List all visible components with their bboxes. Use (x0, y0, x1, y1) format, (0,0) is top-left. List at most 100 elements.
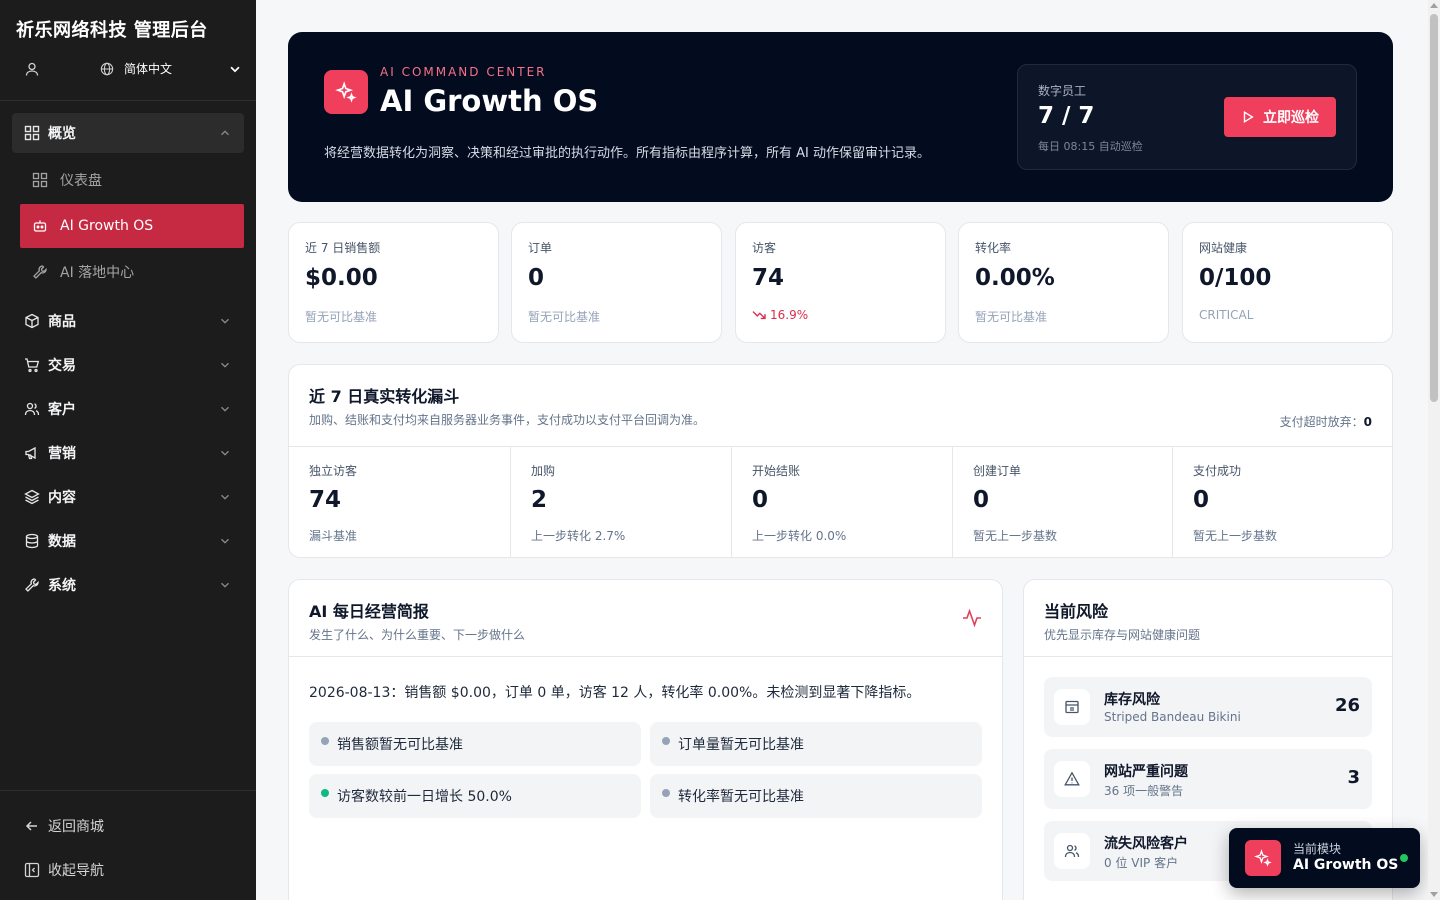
divider (1024, 656, 1392, 657)
kpi-card-orders: 订单 0 暂无可比基准 (511, 222, 722, 343)
kpi-label: 访客 (752, 241, 777, 255)
run-inspection-button[interactable]: 立即巡检 (1224, 97, 1336, 137)
nav-system-label: 系统 (48, 578, 76, 594)
chevron-down-icon[interactable] (228, 62, 242, 76)
wrench-icon (33, 265, 47, 279)
kpi-value: $0.00 (305, 265, 378, 291)
kpi-card-sales: 近 7 日销售额 $0.00 暂无可比基准 (288, 222, 499, 343)
report-subtitle: 发生了什么、为什么重要、下一步做什么 (309, 628, 526, 642)
current-module-value: AI Growth OS (1293, 857, 1399, 873)
payment-timeout-stat: 支付超时放弃：0 (1280, 413, 1372, 430)
users-icon (24, 402, 40, 416)
brand-title: 祈乐网络科技 管理后台 (16, 20, 208, 41)
current-module-badge[interactable]: 当前模块 AI Growth OS (1229, 828, 1420, 888)
risk-item-site-issues[interactable]: 网站严重问题 36 项一般警告 3 (1044, 749, 1372, 809)
report-item-text: 访客数较前一日增长 50.0% (337, 789, 512, 805)
nav-item-ai-growth-os[interactable]: AI Growth OS (20, 204, 244, 248)
users-icon (1054, 833, 1090, 869)
nav-group-content[interactable]: 内容 (12, 477, 244, 517)
nav-group-data[interactable]: 数据 (12, 521, 244, 561)
kpi-card-visitors: 访客 74 16.9% (735, 222, 946, 343)
risk-item-sub: 0 位 VIP 客户 (1104, 856, 1179, 870)
nav-group-system[interactable]: 系统 (12, 565, 244, 605)
arrow-left-icon (25, 821, 37, 831)
report-item-text: 转化率暂无可比基准 (678, 789, 804, 805)
chevron-down-icon (221, 406, 229, 412)
language-selector[interactable]: 简体中文 (100, 60, 172, 77)
funnel-step: 开始结账 0 上一步转化 0.0% (731, 447, 952, 558)
funnel-step-label: 独立访客 (309, 464, 358, 478)
chevron-down-icon (221, 494, 229, 500)
online-status-dot (1400, 854, 1408, 862)
risk-item-sub: Striped Bandeau Bikini (1104, 710, 1241, 724)
activity-icon (963, 608, 981, 628)
page-scrollbar[interactable] (1428, 0, 1440, 900)
collapse-nav-button[interactable]: 收起导航 (24, 860, 104, 880)
status-dot (662, 789, 670, 797)
scroll-up-arrow[interactable] (1430, 3, 1438, 8)
sidebar-topbar: 简体中文 (16, 58, 242, 80)
wrench-icon (25, 578, 39, 592)
user-icon[interactable] (24, 61, 40, 77)
nav-ai-landing-label: AI 落地中心 (60, 265, 135, 281)
report-title: AI 每日经营简报 (309, 602, 429, 621)
kpi-label: 转化率 (975, 241, 1012, 255)
archive-icon (1054, 689, 1090, 725)
funnel-step-note: 漏斗基准 (309, 529, 358, 543)
funnel-step-value: 0 (973, 487, 990, 513)
report-item: 转化率暂无可比基准 (650, 774, 982, 818)
kpi-trend: 16.9% (752, 308, 808, 322)
hero-kicker: AI COMMAND CENTER (380, 65, 547, 79)
scrollbar-thumb[interactable] (1430, 14, 1438, 402)
kpi-card-conversion: 转化率 0.00% 暂无可比基准 (958, 222, 1169, 343)
nav-group-trade[interactable]: 交易 (12, 345, 244, 385)
run-inspection-label: 立即巡检 (1263, 110, 1319, 126)
status-dot (321, 737, 329, 745)
risk-item-title: 网站严重问题 (1104, 764, 1188, 780)
nav-group-overview[interactable]: 概览 (12, 113, 244, 153)
scroll-down-arrow[interactable] (1430, 892, 1438, 897)
kpi-trend-value: 16.9% (770, 308, 809, 322)
nav-group-customers[interactable]: 客户 (12, 389, 244, 429)
digital-staff-label: 数字员工 (1038, 84, 1087, 98)
risk-title: 当前风险 (1044, 602, 1109, 621)
kpi-value: 0 (528, 265, 545, 291)
chevron-down-icon (221, 362, 229, 368)
chevron-down-icon (221, 582, 229, 588)
funnel-step: 支付成功 0 暂无上一步基数 (1172, 447, 1392, 558)
kpi-label: 订单 (528, 241, 553, 255)
daily-report-card: AI 每日经营简报 发生了什么、为什么重要、下一步做什么 2026-08-13：… (288, 579, 1003, 900)
nav-marketing-label: 营销 (48, 446, 76, 462)
nav-group-products[interactable]: 商品 (12, 301, 244, 341)
nav-group-marketing[interactable]: 营销 (12, 433, 244, 473)
risk-item-inventory[interactable]: 库存风险 Striped Bandeau Bikini 26 (1044, 677, 1372, 737)
nav-item-ai-landing[interactable]: AI 落地中心 (20, 250, 244, 294)
funnel-step-value: 74 (309, 487, 342, 513)
kpi-card-site-health: 网站健康 0/100 CRITICAL (1182, 222, 1393, 343)
kpi-note: CRITICAL (1199, 308, 1254, 322)
megaphone-icon (25, 446, 36, 460)
nav-products-label: 商品 (48, 314, 76, 330)
risk-item-sub: 36 项一般警告 (1104, 784, 1184, 798)
risk-item-count: 3 (1347, 767, 1360, 788)
warning-icon (1054, 761, 1090, 797)
back-to-store-label: 返回商城 (48, 819, 104, 835)
chevron-up-icon (221, 130, 229, 136)
kpi-label: 近 7 日销售额 (305, 241, 381, 255)
sidebar: 祈乐网络科技 管理后台 简体中文 概览 仪表盘 AI Growth OS AI … (0, 0, 256, 900)
digital-staff-value: 7 / 7 (1038, 103, 1095, 129)
back-to-store-link[interactable]: 返回商城 (24, 816, 104, 836)
nav-item-dashboard[interactable]: 仪表盘 (20, 158, 244, 202)
digital-staff-schedule: 每日 08:15 自动巡检 (1038, 140, 1143, 153)
divider (289, 656, 1002, 657)
risk-item-title: 库存风险 (1104, 692, 1160, 708)
funnel-step-note: 暂无上一步基数 (973, 529, 1058, 543)
current-module-label: 当前模块 (1293, 842, 1342, 856)
divider (0, 100, 256, 101)
report-item-text: 订单量暂无可比基准 (678, 737, 804, 753)
chevron-down-icon (221, 318, 229, 324)
risk-item-title: 流失风险客户 (1104, 836, 1188, 852)
funnel-step-note: 上一步转化 0.0% (752, 529, 847, 543)
funnel-step: 加购 2 上一步转化 2.7% (510, 447, 731, 558)
status-dot (321, 789, 329, 797)
